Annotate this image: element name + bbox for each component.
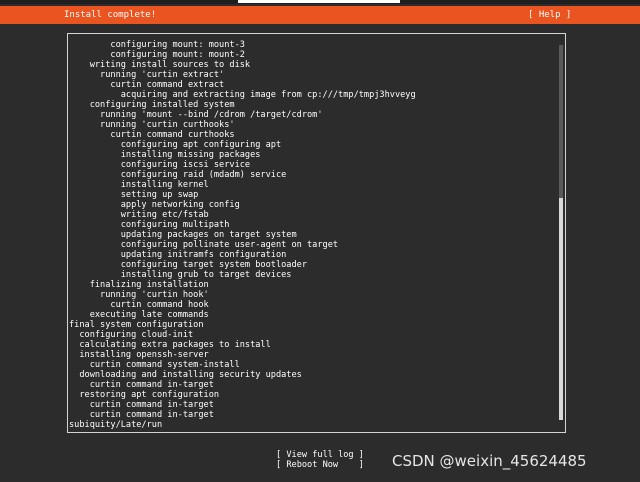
log-line: updating packages on target system [69, 230, 297, 240]
log-line: calculating extra packages to install [69, 340, 271, 350]
log-line: curtin command system-install [69, 360, 240, 370]
view-full-log-button[interactable]: [ View full log ] [276, 450, 364, 460]
log-line: installing openssh-server [69, 350, 209, 360]
log-line: setting up swap [69, 190, 199, 200]
log-line: executing late commands [69, 310, 209, 320]
log-line: finalizing installation [69, 280, 209, 290]
log-line: configuring raid (mdadm) service [69, 170, 287, 180]
header-bar: Install complete! [ Help ] [0, 6, 640, 24]
top-strip [0, 0, 640, 4]
log-line: configuring target system bootloader [69, 260, 307, 270]
log-line: running 'curtin extract' [69, 70, 225, 80]
log-line: writing etc/fstab [69, 210, 209, 220]
reboot-now-button[interactable]: [ Reboot Now ] [276, 460, 364, 470]
log-line: curtin command extract [69, 80, 225, 90]
log-line: updating initramfs configuration [69, 250, 287, 260]
log-line: configuring mount: mount-2 [69, 50, 245, 60]
log-line: installing kernel [69, 180, 209, 190]
top-notch [238, 0, 400, 3]
log-line: curtin command hook [69, 300, 209, 310]
install-log-lines: configuring mount: mount-3 configuring m… [69, 40, 416, 430]
log-line: configuring installed system [69, 100, 235, 110]
log-line: acquiring and extracting image from cp:/… [69, 90, 416, 100]
log-line: configuring pollinate user-agent on targ… [69, 240, 339, 250]
install-log-panel[interactable]: configuring mount: mount-3 configuring m… [67, 33, 566, 433]
log-line: configuring apt configuring apt [69, 140, 282, 150]
log-line: running 'curtin hook' [69, 290, 209, 300]
log-line: curtin command curthooks [69, 130, 235, 140]
log-line: configuring iscsi service [69, 160, 251, 170]
log-line: downloading and installing security upda… [69, 370, 302, 380]
log-line: curtin command in-target [69, 380, 214, 390]
log-scrollbar-thumb[interactable] [559, 198, 563, 420]
action-buttons: [ View full log ] [ Reboot Now ] [276, 450, 364, 470]
log-line: installing missing packages [69, 150, 261, 160]
log-scrollbar[interactable] [559, 45, 563, 420]
page-title: Install complete! [64, 10, 157, 20]
watermark: CSDN @weixin_45624485 [392, 452, 587, 470]
log-line: curtin command in-target [69, 400, 214, 410]
log-line: final system configuration [69, 320, 204, 330]
log-line: configuring mount: mount-3 [69, 40, 245, 50]
log-line: writing install sources to disk [69, 60, 251, 70]
log-line: subiquity/Late/run [69, 420, 163, 430]
log-line: apply networking config [69, 200, 240, 210]
log-line: configuring cloud-init [69, 330, 194, 340]
log-line: configuring multipath [69, 220, 230, 230]
log-line: installing grub to target devices [69, 270, 292, 280]
log-line: running 'mount --bind /cdrom /target/cdr… [69, 110, 323, 120]
log-line: running 'curtin curthooks' [69, 120, 235, 130]
log-line: restoring apt configuration [69, 390, 220, 400]
installer-screen: Install complete! [ Help ] configuring m… [0, 0, 640, 482]
help-button[interactable]: [ Help ] [528, 6, 571, 24]
log-line: curtin command in-target [69, 410, 214, 420]
